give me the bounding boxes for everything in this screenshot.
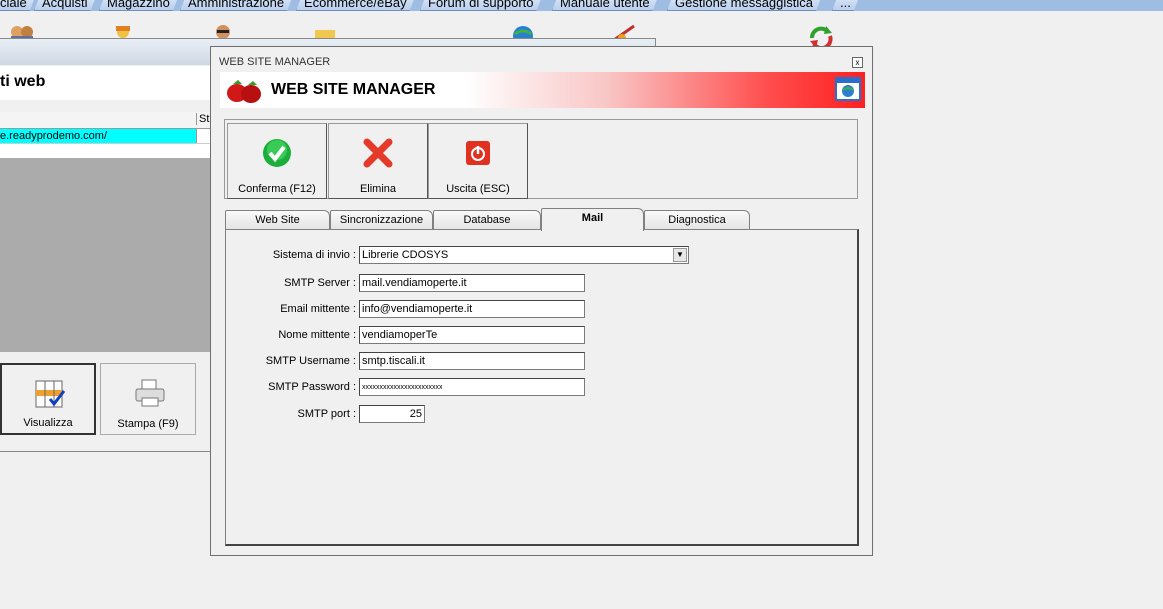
email-mittente-input[interactable] bbox=[359, 300, 585, 318]
email-mittente-label: Email mittente : bbox=[280, 303, 356, 315]
smtp-port-label: SMTP port : bbox=[297, 408, 356, 420]
tab-diagnostica[interactable]: Diagnostica bbox=[644, 210, 750, 229]
menu-item-commerciale[interactable]: ciale bbox=[0, 0, 36, 11]
smtp-password-label: SMTP Password : bbox=[268, 381, 356, 393]
printer-icon bbox=[135, 379, 165, 407]
tab-mail[interactable]: Mail bbox=[541, 208, 644, 231]
elimina-button[interactable]: Elimina bbox=[328, 123, 428, 199]
background-grid[interactable]: St e.readyprodemo.com/ bbox=[0, 112, 211, 352]
grid-header-status[interactable]: St bbox=[196, 113, 209, 125]
smtp-server-input[interactable] bbox=[359, 274, 585, 292]
dialog-tabs: Web Site Sincronizzazione Database Mail … bbox=[225, 208, 865, 231]
close-icon[interactable]: x bbox=[852, 57, 863, 68]
visualizza-label: Visualizza bbox=[23, 417, 73, 429]
uscita-button[interactable]: Uscita (ESC) bbox=[428, 123, 528, 199]
visualizza-button[interactable]: Visualizza bbox=[0, 363, 96, 435]
menu-item-amministrazione[interactable]: Amministrazione bbox=[180, 0, 293, 11]
smtp-port-input[interactable] bbox=[359, 405, 425, 423]
dialog-banner: WEB SITE MANAGER bbox=[220, 72, 865, 108]
web-site-manager-dialog: WEB SITE MANAGER x WEB SITE MANAGER Conf… bbox=[210, 46, 873, 556]
refresh-icon[interactable] bbox=[806, 24, 833, 51]
grid-header: St bbox=[0, 112, 210, 129]
menu-item-magazzino[interactable]: Magazzino bbox=[99, 0, 179, 11]
table-row[interactable] bbox=[0, 143, 210, 158]
conferma-button[interactable]: Conferma (F12) bbox=[227, 123, 327, 199]
menu-item-more[interactable]: ... bbox=[832, 0, 860, 11]
menu-item-forum[interactable]: Forum di supporto bbox=[420, 0, 543, 11]
nome-mittente-label: Nome mittente : bbox=[278, 329, 356, 341]
background-window-title: ti web bbox=[0, 73, 46, 90]
server-label: SMTP Server : bbox=[284, 277, 356, 289]
table-row[interactable]: e.readyprodemo.com/ bbox=[0, 129, 196, 143]
menu-item-acquisti[interactable]: Acquisti bbox=[34, 0, 97, 11]
sistema-label: Sistema di invio : bbox=[272, 249, 356, 261]
banner-title: WEB SITE MANAGER bbox=[271, 81, 436, 98]
tab-database[interactable]: Database bbox=[433, 210, 541, 229]
sistema-value: Librerie CDOSYS bbox=[362, 249, 449, 261]
smtp-username-label: SMTP Username : bbox=[265, 355, 356, 367]
delete-x-icon bbox=[363, 138, 393, 168]
window-title: WEB SITE MANAGER bbox=[219, 56, 331, 68]
menu-item-messaggistica[interactable]: Gestione messaggistica bbox=[667, 0, 822, 11]
strawberry-icon bbox=[227, 80, 261, 103]
mail-panel: Sistema di invio : Librerie CDOSYS ▼ SMT… bbox=[225, 229, 859, 546]
dropdown-arrow-icon[interactable]: ▼ bbox=[673, 248, 687, 262]
stampa-label: Stampa (F9) bbox=[117, 418, 179, 430]
check-icon bbox=[263, 139, 291, 167]
website-icon bbox=[835, 77, 861, 101]
exit-power-icon bbox=[466, 141, 490, 165]
elimina-label: Elimina bbox=[359, 183, 397, 195]
tab-sincronizzazione[interactable]: Sincronizzazione bbox=[330, 210, 433, 229]
stampa-button[interactable]: Stampa (F9) bbox=[100, 363, 196, 435]
sistema-select[interactable]: Librerie CDOSYS ▼ bbox=[359, 246, 689, 264]
menu-item-manuale[interactable]: Manuale utente bbox=[552, 0, 659, 11]
dialog-toolbar: Conferma (F12) Elimina Uscita (ESC) bbox=[224, 119, 858, 199]
uscita-label: Uscita (ESC) bbox=[446, 183, 510, 195]
smtp-password-input[interactable] bbox=[359, 378, 585, 396]
tab-web-site[interactable]: Web Site bbox=[225, 210, 330, 229]
grid-check-icon bbox=[35, 380, 66, 408]
menu-item-ecommerce[interactable]: Ecommerce/eBay bbox=[296, 0, 416, 11]
top-menu-bar: ciale Acquisti Magazzino Amministrazione… bbox=[0, 0, 1163, 11]
nome-mittente-input[interactable] bbox=[359, 326, 585, 344]
conferma-label: Conferma (F12) bbox=[238, 183, 316, 195]
smtp-username-input[interactable] bbox=[359, 352, 585, 370]
